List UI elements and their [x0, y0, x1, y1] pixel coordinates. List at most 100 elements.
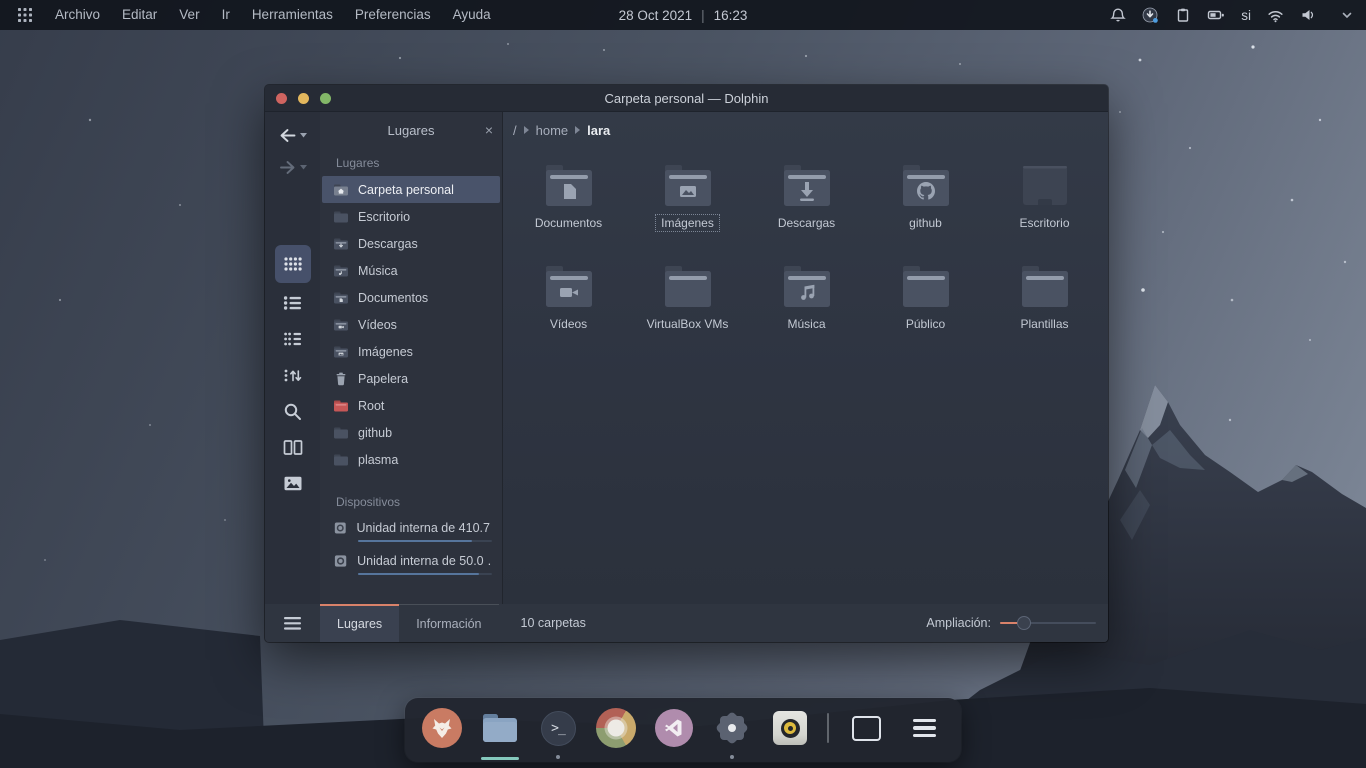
dock-settings[interactable] — [711, 707, 753, 749]
status-text: 10 carpetas — [521, 616, 586, 630]
tab-lugares[interactable]: Lugares — [320, 605, 399, 642]
place-github[interactable]: github — [322, 419, 500, 446]
minimize-window-button[interactable] — [298, 93, 309, 104]
window-titlebar[interactable]: Carpeta personal — Dolphin — [265, 85, 1108, 112]
hamburger-icon — [284, 617, 301, 630]
menu-ir[interactable]: Ir — [211, 0, 241, 30]
place-label: Root — [358, 399, 384, 413]
breadcrumb-current[interactable]: lara — [587, 123, 610, 138]
places-list: Carpeta personal Escritorio — [320, 176, 502, 473]
menu-ayuda[interactable]: Ayuda — [442, 0, 502, 30]
device-label: Unidad interna de 410.7 … — [357, 521, 492, 535]
dock-app-menu[interactable] — [903, 707, 945, 749]
back-button[interactable] — [279, 119, 307, 151]
sort-order-button[interactable] — [275, 357, 311, 393]
device-internal-drive-2[interactable]: Unidad interna de 50.0 … — [322, 550, 500, 581]
zoom-slider[interactable] — [1000, 615, 1096, 631]
dock-show-desktop[interactable] — [845, 707, 887, 749]
preview-panel-button[interactable] — [275, 465, 311, 501]
folder-plantillas[interactable]: Plantillas — [985, 259, 1104, 360]
menu-archivo[interactable]: Archivo — [44, 0, 111, 30]
close-window-button[interactable] — [276, 93, 287, 104]
dock-audio-player[interactable] — [769, 707, 811, 749]
forward-button[interactable] — [279, 151, 307, 183]
device-internal-drive-1[interactable]: Unidad interna de 410.7 … — [322, 517, 500, 548]
dock-chromium[interactable] — [595, 707, 637, 749]
icons-view-button[interactable] — [275, 245, 311, 283]
notifications-bell-icon[interactable] — [1110, 7, 1126, 23]
place-plasma[interactable]: plasma — [322, 446, 500, 473]
clipboard-icon[interactable] — [1175, 7, 1191, 23]
place-label: Carpeta personal — [358, 183, 454, 197]
folder-github[interactable]: github — [866, 158, 985, 259]
forward-history-caret-icon[interactable] — [300, 165, 307, 170]
tab-label: Lugares — [337, 617, 382, 631]
tab-informacion[interactable]: Información — [399, 605, 498, 642]
menu-herramientas[interactable]: Herramientas — [241, 0, 344, 30]
folder-grid: Documentos Imá — [503, 148, 1108, 360]
breadcrumb-home[interactable]: home — [536, 123, 569, 138]
clock-date: 28 Oct 2021 — [619, 8, 693, 23]
top-panel: Archivo Editar Ver Ir Herramientas Prefe… — [0, 0, 1366, 30]
search-button[interactable] — [275, 393, 311, 429]
folder-descargas[interactable]: Descargas — [747, 158, 866, 259]
place-carpeta-personal[interactable]: Carpeta personal — [322, 176, 500, 203]
running-indicator — [556, 755, 560, 759]
panel-tabs: Lugares Información — [320, 604, 499, 642]
menu-preferencias[interactable]: Preferencias — [344, 0, 442, 30]
dock-vscode[interactable] — [653, 707, 695, 749]
folder-documentos[interactable]: Documentos — [509, 158, 628, 259]
battery-icon[interactable] — [1207, 7, 1225, 23]
folder-virtualbox-vms[interactable]: VirtualBox VMs — [628, 259, 747, 360]
folder-label: github — [903, 214, 948, 232]
panel-menu-button[interactable] — [265, 617, 320, 630]
back-history-caret-icon[interactable] — [300, 133, 307, 138]
compact-view-button[interactable] — [275, 321, 311, 357]
clock-separator: | — [701, 8, 705, 23]
place-imagenes[interactable]: Imágenes — [322, 338, 500, 365]
split-view-button[interactable] — [275, 429, 311, 465]
drive-icon — [333, 553, 348, 569]
place-papelera[interactable]: Papelera — [322, 365, 500, 392]
place-escritorio[interactable]: Escritorio — [322, 203, 500, 230]
dock-terminal[interactable]: >_ — [537, 707, 579, 749]
breadcrumb-root[interactable]: / — [513, 123, 517, 138]
details-view-button[interactable] — [275, 285, 311, 321]
place-label: Música — [358, 264, 398, 278]
maximize-window-button[interactable] — [320, 93, 331, 104]
vscode-icon — [655, 709, 693, 747]
folder-publico[interactable]: Público — [866, 259, 985, 360]
updates-icon[interactable] — [1142, 7, 1159, 24]
zoom-slider-knob[interactable] — [1017, 616, 1031, 630]
folder-icon — [333, 209, 349, 225]
audio-player-icon — [773, 711, 807, 745]
folder-videos[interactable]: Vídeos — [509, 259, 628, 360]
app-launcher-icon[interactable] — [12, 0, 38, 30]
folder-icon — [333, 425, 349, 441]
place-root[interactable]: Root — [322, 392, 500, 419]
place-descargas[interactable]: Descargas — [322, 230, 500, 257]
folder-icon — [1017, 264, 1073, 310]
place-label: github — [358, 426, 392, 440]
dock-file-manager[interactable] — [479, 707, 521, 749]
place-documentos[interactable]: Documentos — [322, 284, 500, 311]
place-videos[interactable]: Vídeos — [322, 311, 500, 338]
chevron-down-icon[interactable] — [1340, 8, 1354, 22]
dock-firefox[interactable] — [421, 707, 463, 749]
place-musica[interactable]: Música — [322, 257, 500, 284]
folder-imagenes[interactable]: Imágenes — [628, 158, 747, 259]
folder-label: Escritorio — [1013, 214, 1075, 232]
clock[interactable]: 28 Oct 2021 | 16:23 — [619, 8, 748, 23]
devices-section-header: Dispositivos — [320, 487, 502, 515]
volume-icon[interactable] — [1300, 7, 1316, 23]
menu-editar[interactable]: Editar — [111, 0, 168, 30]
folder-musica[interactable]: Música — [747, 259, 866, 360]
close-panel-button[interactable]: × — [485, 123, 493, 137]
folder-escritorio[interactable]: Escritorio — [985, 158, 1104, 259]
wifi-icon[interactable] — [1267, 8, 1284, 23]
keyboard-layout-indicator[interactable]: si — [1241, 8, 1251, 23]
documents-folder-icon — [541, 163, 597, 209]
place-label: Escritorio — [358, 210, 410, 224]
menu-ver[interactable]: Ver — [168, 0, 210, 30]
github-folder-icon — [898, 163, 954, 209]
